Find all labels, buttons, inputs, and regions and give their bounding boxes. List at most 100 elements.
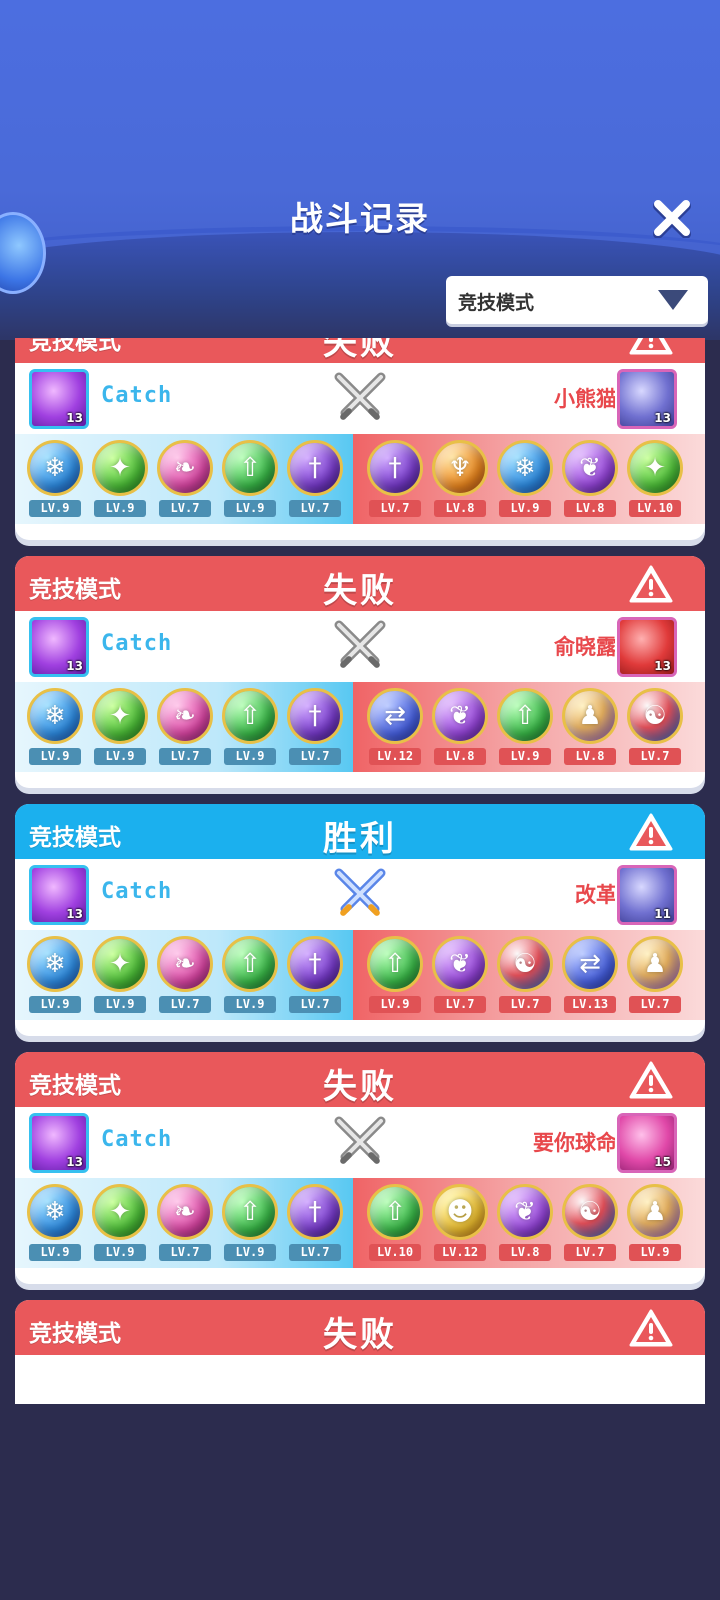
team-card[interactable]: ⇧ LV.10 bbox=[363, 1184, 427, 1266]
card-level: LV.9 bbox=[94, 1244, 146, 1261]
battle-record-card[interactable]: 竞技模式 失败 13 Catch 要你球命 15 ❄ LV.9 ✦ LV.9 ❧ LV.7 ⇧ LV.9 †… bbox=[15, 1052, 705, 1284]
team-card[interactable]: † LV.7 bbox=[283, 440, 347, 522]
players-row: 13 Catch 要你球命 15 bbox=[15, 1107, 705, 1178]
team-card[interactable]: † LV.7 bbox=[283, 1184, 347, 1266]
card-level: LV.7 bbox=[289, 500, 341, 517]
team-card[interactable]: † LV.7 bbox=[283, 688, 347, 770]
card-level: LV.7 bbox=[434, 996, 486, 1013]
team-card[interactable]: † LV.7 bbox=[363, 440, 427, 522]
pumpkin-orb-icon: ☻ bbox=[432, 1184, 488, 1240]
team-card[interactable]: ✦ LV.9 bbox=[88, 688, 152, 770]
player-avatar[interactable]: 13 bbox=[29, 865, 89, 925]
report-warning-icon[interactable] bbox=[629, 812, 673, 852]
team-card[interactable]: ♆ LV.8 bbox=[428, 440, 492, 522]
sword-orb-icon: † bbox=[287, 688, 343, 744]
opponent-avatar[interactable]: 15 bbox=[617, 1113, 677, 1173]
card-level: LV.7 bbox=[629, 996, 681, 1013]
team-card[interactable]: ⇧ LV.9 bbox=[363, 936, 427, 1018]
team-card[interactable]: ☯ LV.7 bbox=[623, 688, 687, 770]
sword-orb-icon: † bbox=[287, 1184, 343, 1240]
team-card[interactable]: ❄ LV.9 bbox=[23, 1184, 87, 1266]
star-orb-icon: ✦ bbox=[627, 440, 683, 496]
enemy-team: ⇄ LV.12 ❦ LV.8 ⇧ LV.9 ♟ LV.8 ☯ LV.7 bbox=[353, 682, 705, 772]
player-avatar[interactable]: 13 bbox=[29, 1113, 89, 1173]
report-warning-icon[interactable] bbox=[629, 338, 673, 356]
teams-row: ❄ LV.9 ✦ LV.9 ❧ LV.7 ⇧ LV.9 † LV.7 † LV.7 ♆ LV.8 ❄ LV.9… bbox=[15, 434, 705, 524]
player-level: 13 bbox=[66, 907, 83, 921]
leaf-orb-icon: ❦ bbox=[432, 936, 488, 992]
card-level: LV.13 bbox=[564, 996, 616, 1013]
report-warning-icon[interactable] bbox=[629, 1308, 673, 1348]
team-card[interactable]: ❧ LV.7 bbox=[153, 1184, 217, 1266]
result-bar: 竞技模式 失败 bbox=[15, 1300, 705, 1355]
battle-record-card[interactable]: 竞技模式 失败 13 Catch 俞晓露 13 ❄ LV.9 ✦ LV.9 ❧ LV.7 ⇧ LV.9 † L… bbox=[15, 556, 705, 788]
player-avatar[interactable]: 13 bbox=[29, 369, 89, 429]
team-card[interactable]: ⇧ LV.9 bbox=[218, 936, 282, 1018]
card-level: LV.8 bbox=[499, 1244, 551, 1261]
team-card[interactable]: ❄ LV.9 bbox=[23, 440, 87, 522]
close-icon[interactable] bbox=[652, 198, 692, 238]
team-card[interactable]: ❄ LV.9 bbox=[23, 688, 87, 770]
result-bar: 竞技模式 胜利 bbox=[15, 804, 705, 859]
card-level: LV.10 bbox=[369, 1244, 421, 1261]
team-card[interactable]: ⇄ LV.13 bbox=[558, 936, 622, 1018]
team-card[interactable]: ⇧ LV.9 bbox=[218, 1184, 282, 1266]
opponent-avatar[interactable]: 13 bbox=[617, 369, 677, 429]
swap-orb-icon: ⇄ bbox=[367, 688, 423, 744]
team-card[interactable]: ❧ LV.7 bbox=[153, 936, 217, 1018]
feather-orb-icon: ❧ bbox=[157, 440, 213, 496]
report-warning-icon[interactable] bbox=[629, 1060, 673, 1100]
card-level: LV.9 bbox=[629, 1244, 681, 1261]
card-level: LV.9 bbox=[94, 500, 146, 517]
team-card[interactable]: ⇄ LV.12 bbox=[363, 688, 427, 770]
team-card[interactable]: ❦ LV.7 bbox=[428, 936, 492, 1018]
arrow-orb-icon: ⇧ bbox=[222, 688, 278, 744]
card-level: LV.8 bbox=[434, 500, 486, 517]
player-name: Catch bbox=[101, 383, 173, 408]
team-card[interactable]: ❄ LV.9 bbox=[493, 440, 557, 522]
team-card[interactable]: ♟ LV.7 bbox=[623, 936, 687, 1018]
battle-record-card[interactable]: 竞技模式 失败 bbox=[15, 1300, 705, 1404]
team-card[interactable]: ✦ LV.9 bbox=[88, 440, 152, 522]
crossed-swords-icon bbox=[334, 620, 386, 668]
battle-record-card[interactable]: 竞技模式 胜利 13 Catch 改革 11 ❄ LV.9 ✦ LV.9 ❧ LV.7 ⇧ LV.9 † LV… bbox=[15, 804, 705, 1036]
team-card[interactable]: ✦ LV.9 bbox=[88, 1184, 152, 1266]
leaf-orb-icon: ❦ bbox=[497, 1184, 553, 1240]
player-avatar[interactable]: 13 bbox=[29, 617, 89, 677]
team-card[interactable]: ♟ LV.9 bbox=[623, 1184, 687, 1266]
team-card[interactable]: ❧ LV.7 bbox=[153, 440, 217, 522]
sword-orb-icon: † bbox=[367, 440, 423, 496]
team-card[interactable]: ⇧ LV.9 bbox=[218, 440, 282, 522]
bottom-background bbox=[0, 1404, 720, 1600]
team-card[interactable]: ✦ LV.9 bbox=[88, 936, 152, 1018]
battle-record-card[interactable]: 竞技模式 失败 13 Catch 小熊猫 13 ❄ LV.9 ✦ LV.9 ❧ LV.7 ⇧ LV.9 † L… bbox=[15, 338, 705, 540]
card-level: LV.7 bbox=[369, 500, 421, 517]
my-team: ❄ LV.9 ✦ LV.9 ❧ LV.7 ⇧ LV.9 † LV.7 bbox=[15, 930, 353, 1020]
team-card[interactable]: † LV.7 bbox=[283, 936, 347, 1018]
opponent-level: 13 bbox=[654, 659, 671, 673]
mode-filter-dropdown[interactable]: 竞技模式 bbox=[446, 276, 708, 324]
page-title: 战斗记录 bbox=[290, 199, 430, 238]
team-card[interactable]: ☻ LV.12 bbox=[428, 1184, 492, 1266]
card-level: LV.8 bbox=[564, 500, 616, 517]
team-card[interactable]: ☯ LV.7 bbox=[558, 1184, 622, 1266]
team-card[interactable]: ⇧ LV.9 bbox=[218, 688, 282, 770]
team-card[interactable]: ❦ LV.8 bbox=[558, 440, 622, 522]
opponent-avatar[interactable]: 11 bbox=[617, 865, 677, 925]
battle-record-list[interactable]: 竞技模式 失败 13 Catch 小熊猫 13 ❄ LV.9 ✦ LV.9 ❧ LV.7 ⇧ LV.9 † L… bbox=[0, 338, 720, 1404]
team-card[interactable]: ❄ LV.9 bbox=[23, 936, 87, 1018]
opponent-avatar[interactable]: 13 bbox=[617, 617, 677, 677]
team-card[interactable]: ⇧ LV.9 bbox=[493, 688, 557, 770]
sword-orb-icon: † bbox=[287, 936, 343, 992]
team-card[interactable]: ☯ LV.7 bbox=[493, 936, 557, 1018]
enemy-team: ⇧ LV.9 ❦ LV.7 ☯ LV.7 ⇄ LV.13 ♟ LV.7 bbox=[353, 930, 705, 1020]
team-card[interactable]: ✦ LV.10 bbox=[623, 440, 687, 522]
card-level: LV.9 bbox=[499, 500, 551, 517]
team-card[interactable]: ♟ LV.8 bbox=[558, 688, 622, 770]
enemy-team: † LV.7 ♆ LV.8 ❄ LV.9 ❦ LV.8 ✦ LV.10 bbox=[353, 434, 705, 524]
team-card[interactable]: ❧ LV.7 bbox=[153, 688, 217, 770]
team-card[interactable]: ❦ LV.8 bbox=[428, 688, 492, 770]
team-card[interactable]: ❦ LV.8 bbox=[493, 1184, 557, 1266]
report-warning-icon[interactable] bbox=[629, 564, 673, 604]
record-result: 失败 bbox=[323, 1067, 397, 1107]
